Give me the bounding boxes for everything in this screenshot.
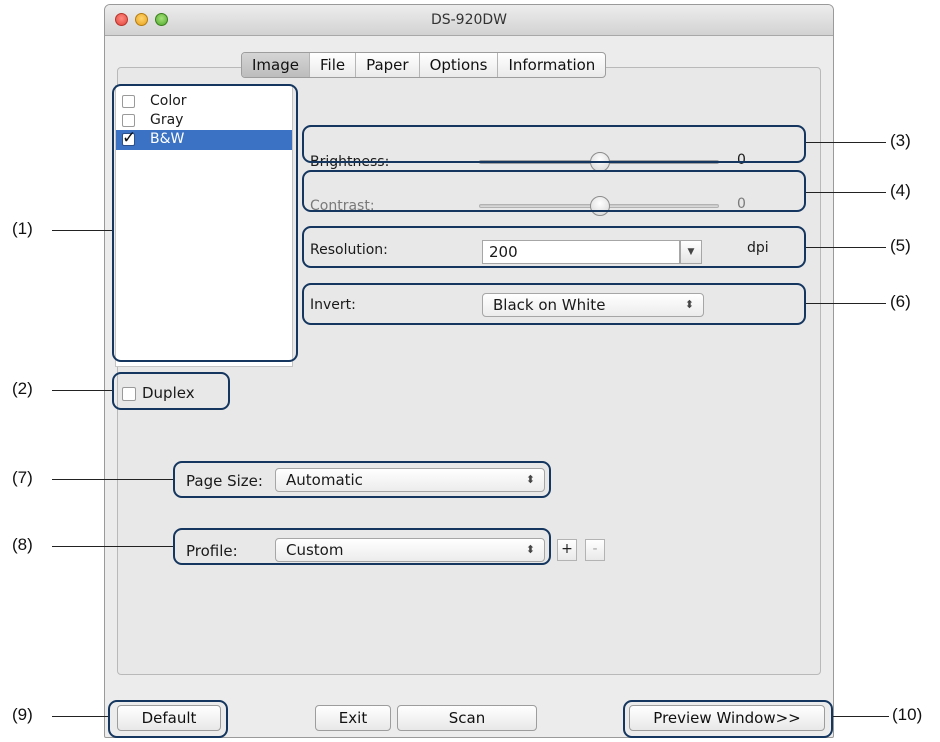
callout-box-5 [302, 226, 806, 268]
callout-box-10 [623, 700, 833, 738]
remove-profile-button[interactable]: - [585, 539, 605, 561]
tab-bar: Image File Paper Options Information [241, 52, 607, 78]
callout-label-8: (8) [12, 535, 33, 554]
callout-label-6: (6) [890, 292, 911, 311]
window-title: DS-920DW [430, 12, 508, 28]
tab-paper[interactable]: Paper [356, 53, 420, 77]
tab-file[interactable]: File [310, 53, 357, 77]
callout-label-3: (3) [890, 131, 911, 150]
callout-label-10: (10) [892, 705, 923, 724]
callout-label-5: (5) [890, 236, 911, 255]
callout-label-1: (1) [12, 219, 33, 238]
add-profile-button[interactable]: + [557, 539, 577, 561]
leader-line-8 [52, 546, 173, 547]
leader-line-1 [52, 230, 112, 231]
leader-line-6 [806, 303, 886, 304]
title-bar[interactable]: DS-920DW [105, 5, 833, 36]
callout-box-8 [173, 528, 551, 565]
tab-options[interactable]: Options [420, 53, 499, 77]
leader-line-10 [833, 716, 889, 717]
leader-line-4 [806, 192, 886, 193]
callout-label-9: (9) [12, 705, 33, 724]
callout-box-9 [108, 700, 228, 738]
callout-label-2: (2) [12, 379, 33, 398]
callout-label-7: (7) [12, 468, 33, 487]
exit-button[interactable]: Exit [315, 705, 391, 731]
leader-line-3 [806, 142, 886, 143]
callout-label-4: (4) [890, 181, 911, 200]
callout-box-3 [302, 125, 806, 163]
callout-box-4 [302, 170, 806, 212]
callout-box-7 [173, 461, 551, 498]
callout-box-2 [112, 372, 230, 410]
callout-box-1 [112, 84, 298, 362]
leader-line-7 [52, 479, 173, 480]
tab-image[interactable]: Image [242, 53, 310, 77]
leader-line-9 [52, 716, 108, 717]
leader-line-2 [52, 390, 112, 391]
tab-information[interactable]: Information [498, 53, 605, 77]
callout-box-6 [302, 283, 806, 325]
scan-button[interactable]: Scan [397, 705, 537, 731]
leader-line-5 [806, 247, 886, 248]
